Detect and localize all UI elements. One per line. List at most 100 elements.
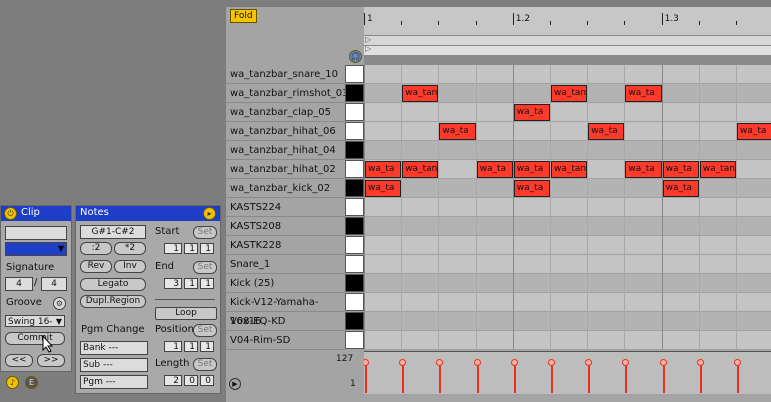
half-length-button[interactable]: :2 <box>80 242 112 255</box>
grid-row[interactable] <box>364 274 771 293</box>
row-name[interactable]: V04-Rim-SD <box>226 331 345 350</box>
start-marker-icon[interactable]: ▷ <box>365 35 371 44</box>
note-grid[interactable]: wa_tan wa_tan wa_ta wa_ta wa_ta wa_ta wa_ta wa_… <box>364 65 771 350</box>
clip-color-select[interactable]: ▼ <box>5 242 67 256</box>
piano-key[interactable] <box>345 331 364 349</box>
piano-key[interactable] <box>345 65 364 83</box>
row-name[interactable]: wa_tanzbar_clap_05 <box>226 103 345 122</box>
timeline-ruler[interactable]: ▷ ▷ 1 1.2 1.3 <box>364 7 771 66</box>
envelope-view-icon[interactable]: E <box>25 376 38 389</box>
scrub-area[interactable] <box>364 55 771 65</box>
grid-row[interactable] <box>364 141 771 160</box>
length-sixteenth-field[interactable]: 0 <box>200 375 214 386</box>
end-bar-field[interactable]: 3 <box>164 278 182 289</box>
midi-note[interactable]: wa_ta <box>365 180 402 197</box>
invert-button[interactable]: Inv <box>114 260 146 273</box>
midi-note[interactable]: wa_ta <box>662 180 699 197</box>
row-name[interactable]: wa_tanzbar_hihat_04 <box>226 141 345 160</box>
groove-hot-swap-icon[interactable]: ⚙ <box>53 297 66 310</box>
midi-note[interactable]: wa_tan <box>699 161 736 178</box>
duplicate-region-button[interactable]: Dupl.Region <box>80 295 146 308</box>
row-name[interactable]: Snare_1 <box>226 255 345 274</box>
end-sixteenth-field[interactable]: 1 <box>200 278 214 289</box>
legato-button[interactable]: Legato <box>80 278 146 291</box>
piano-key[interactable] <box>345 236 364 254</box>
row-name[interactable]: wa_tanzbar_hihat_02 <box>226 160 345 179</box>
grid-row[interactable] <box>364 255 771 274</box>
velocity-bar[interactable] <box>625 363 628 393</box>
midi-note[interactable]: wa_ta <box>662 161 699 178</box>
midi-note[interactable]: wa_ta <box>737 123 771 140</box>
piano-key[interactable] <box>345 141 364 159</box>
velocity-handle[interactable] <box>510 359 518 366</box>
midi-note[interactable]: wa_tan <box>551 161 588 178</box>
row-name[interactable]: KASTS224 <box>226 198 345 217</box>
velocity-bar[interactable] <box>476 363 479 393</box>
midi-note[interactable]: wa_ta <box>513 161 550 178</box>
midi-note[interactable]: wa_tan <box>551 85 588 102</box>
position-bar-field[interactable]: 1 <box>164 341 182 352</box>
end-beat-field[interactable]: 1 <box>184 278 198 289</box>
velocity-handle[interactable] <box>696 359 704 366</box>
row-name[interactable]: Kick (25) <box>226 274 345 293</box>
signature-numerator[interactable]: 4 <box>5 277 33 291</box>
position-set-button[interactable]: Set <box>193 324 217 337</box>
note-range-field[interactable]: G#1-C#2 <box>80 225 146 239</box>
piano-key[interactable] <box>345 84 364 102</box>
end-set-button[interactable]: Set <box>193 261 217 274</box>
start-set-button[interactable]: Set <box>193 226 217 239</box>
midi-note[interactable]: wa_ta <box>625 161 662 178</box>
grid-row[interactable] <box>364 198 771 217</box>
piano-key[interactable] <box>345 160 364 178</box>
grid-row[interactable] <box>364 217 771 236</box>
grid-row[interactable] <box>364 331 771 350</box>
midi-note[interactable]: wa_ta <box>439 123 476 140</box>
row-name[interactable]: V08-EQ-KD <box>226 312 345 331</box>
piano-key[interactable] <box>345 312 364 330</box>
grid-row[interactable] <box>364 122 771 141</box>
velocity-bar[interactable] <box>365 363 367 393</box>
grid-row[interactable] <box>364 65 771 84</box>
row-name[interactable]: KASTS208 <box>226 217 345 236</box>
clip-activator-icon[interactable]: ⏻ <box>4 207 17 220</box>
velocity-handle[interactable] <box>585 359 593 366</box>
piano-key[interactable] <box>345 122 364 140</box>
velocity-bar[interactable] <box>662 363 665 393</box>
grid-row[interactable] <box>364 293 771 312</box>
midi-note[interactable]: wa_tan <box>402 85 439 102</box>
row-name[interactable]: wa_tanzbar_snare_10 <box>226 65 345 84</box>
piano-key[interactable] <box>345 198 364 216</box>
row-name[interactable]: Kick-V12-Yamaha-16x16 <box>226 293 345 327</box>
pgm-field[interactable]: Pgm --- <box>80 375 148 389</box>
velocity-handle[interactable] <box>473 359 481 366</box>
double-length-button[interactable]: *2 <box>114 242 146 255</box>
velocity-handle[interactable] <box>548 359 555 366</box>
piano-key[interactable] <box>345 179 364 197</box>
groove-select[interactable]: Swing 16- ▼ <box>5 315 65 327</box>
velocity-bar[interactable] <box>439 363 442 393</box>
velocity-bar[interactable] <box>402 363 405 393</box>
bank-field[interactable]: Bank --- <box>80 341 148 355</box>
loop-region[interactable] <box>364 45 771 55</box>
midi-note[interactable]: wa_ta <box>513 104 550 121</box>
sub-field[interactable]: Sub --- <box>80 358 148 372</box>
headphones-icon[interactable]: 🎧 <box>349 50 362 63</box>
velocity-editor[interactable] <box>364 351 771 394</box>
velocity-handle[interactable] <box>436 359 444 366</box>
clip-name-field[interactable] <box>5 226 67 240</box>
commit-button[interactable]: Commit <box>5 332 65 345</box>
velocity-expand-icon[interactable]: ▶ <box>229 378 241 390</box>
fold-button[interactable]: Fold <box>230 9 257 23</box>
velocity-bar[interactable] <box>737 363 739 393</box>
grid-row[interactable] <box>364 179 771 198</box>
start-beat-field[interactable]: 1 <box>184 243 198 254</box>
grid-row[interactable] <box>364 312 771 331</box>
piano-key[interactable] <box>345 217 364 235</box>
position-beat-field[interactable]: 1 <box>184 341 198 352</box>
velocity-handle[interactable] <box>659 359 667 366</box>
piano-key[interactable] <box>345 103 364 121</box>
row-name[interactable]: wa_tanzbar_rimshot_03 <box>226 84 348 103</box>
velocity-bar[interactable] <box>588 363 591 393</box>
piano-key[interactable] <box>345 293 364 311</box>
midi-note[interactable]: wa_tan <box>402 161 439 178</box>
